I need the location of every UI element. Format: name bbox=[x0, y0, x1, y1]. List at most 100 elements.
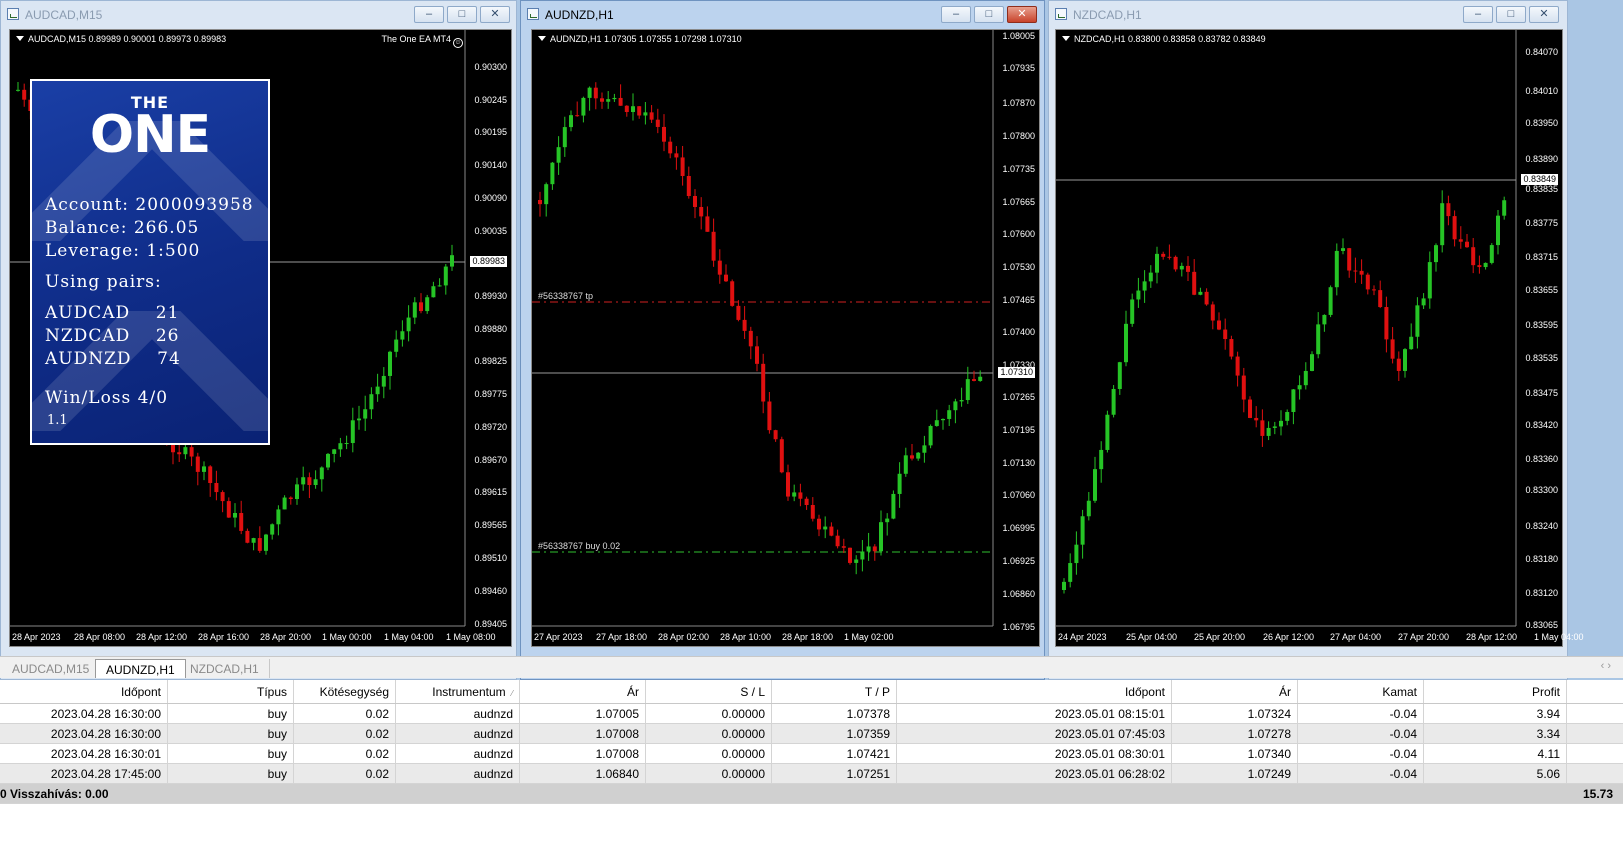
candle-body bbox=[319, 467, 324, 480]
price-tick-label: 0.83655 bbox=[1525, 285, 1558, 295]
candle-body bbox=[649, 112, 654, 120]
candle-body bbox=[1192, 271, 1197, 295]
table-row[interactable]: 2023.04.28 16:30:00 buy 0.02 audnzd 1.07008 0… bbox=[0, 724, 1623, 744]
window-titlebar[interactable]: NZDCAD,H1 – □ ✕ bbox=[1049, 1, 1567, 27]
column-header[interactable]: Időpont bbox=[0, 680, 168, 703]
minimize-button[interactable]: – bbox=[941, 6, 971, 23]
window-titlebar[interactable]: AUDCAD,M15 – □ ✕ bbox=[1, 1, 516, 27]
close-button[interactable]: ✕ bbox=[1529, 6, 1559, 23]
candle-body bbox=[350, 420, 355, 444]
table-row[interactable]: 2023.04.28 16:30:01 buy 0.02 audnzd 1.07008 0… bbox=[0, 744, 1623, 764]
smiley-icon: ☺ bbox=[453, 38, 463, 48]
chart-window-nzdcad[interactable]: NZDCAD,H1 – □ ✕ NZDCAD,H1 0.83800 0.8385… bbox=[1048, 0, 1584, 680]
candle-body bbox=[1310, 354, 1314, 371]
candle-body bbox=[724, 274, 728, 282]
table-cell: 2023.05.01 06:28:02 bbox=[897, 764, 1172, 783]
candle-body bbox=[730, 281, 735, 306]
candle-body bbox=[538, 200, 542, 205]
maximize-button[interactable]: □ bbox=[974, 6, 1004, 23]
candle-body bbox=[1446, 203, 1451, 217]
table-body: 2023.04.28 16:30:00 buy 0.02 audnzd 1.07005 0… bbox=[0, 704, 1623, 784]
price-tick-label: 0.83535 bbox=[1525, 353, 1558, 363]
table-cell: buy bbox=[168, 704, 294, 723]
minimize-button[interactable]: – bbox=[1463, 6, 1493, 23]
price-tick-label: 1.07935 bbox=[1002, 63, 1035, 73]
time-tick-label: 27 Apr 2023 bbox=[534, 632, 583, 642]
candle-body bbox=[767, 401, 772, 431]
table-cell: 0.02 bbox=[294, 704, 396, 723]
candle-body bbox=[1155, 253, 1159, 273]
table-cell: 1.07340 bbox=[1172, 744, 1298, 763]
minimize-button[interactable]: – bbox=[414, 6, 444, 23]
candle-body bbox=[1384, 307, 1389, 340]
chart-canvas[interactable]: NZDCAD,H1 0.83800 0.83858 0.83782 0.8384… bbox=[1055, 29, 1584, 647]
table-row[interactable]: 2023.04.28 17:45:00 buy 0.02 audnzd 1.06840 0… bbox=[0, 764, 1623, 784]
chart-window-audnzd[interactable]: AUDNZD,H1 – □ ✕ AUDNZD,H1 1.07305 1.0735… bbox=[520, 0, 1045, 680]
time-tick-label: 28 Apr 18:00 bbox=[782, 632, 834, 642]
candle-body bbox=[593, 87, 598, 99]
close-button[interactable]: ✕ bbox=[480, 6, 510, 23]
tab-audcad[interactable]: AUDCAD,M15 bbox=[2, 659, 101, 678]
candle-body bbox=[1440, 203, 1445, 246]
candle-body bbox=[1142, 281, 1147, 291]
balance-line: Balance: 266.05 bbox=[45, 218, 200, 238]
table-cell: -0.04 bbox=[1298, 764, 1424, 783]
candle-body bbox=[1086, 500, 1091, 517]
close-button[interactable]: ✕ bbox=[1007, 6, 1037, 23]
candle-body bbox=[1396, 358, 1401, 371]
trade-history-table: Időpont Típus Kötésegység Instrumentum ⁄ Ár S … bbox=[0, 680, 1623, 804]
table-cell: 2023.04.28 17:45:00 bbox=[0, 764, 168, 783]
column-header[interactable]: Kamat bbox=[1298, 680, 1424, 703]
chart-window-audcad[interactable]: AUDCAD,M15 – □ ✕ AUDCAD,M15 0.89989 0.90… bbox=[0, 0, 517, 680]
price-tick-label: 0.90195 bbox=[474, 127, 507, 137]
candle-body bbox=[1074, 544, 1079, 564]
candle-body bbox=[717, 260, 722, 275]
candle-body bbox=[910, 455, 914, 459]
candle-body bbox=[897, 473, 902, 494]
candle-body bbox=[22, 89, 27, 100]
window-titlebar[interactable]: AUDNZD,H1 – □ ✕ bbox=[521, 1, 1044, 27]
price-tick-label: 0.90140 bbox=[474, 160, 507, 170]
column-header[interactable]: Instrumentum ⁄ bbox=[396, 680, 520, 703]
candle-body bbox=[612, 97, 617, 100]
column-header[interactable]: Időpont bbox=[897, 680, 1172, 703]
price-tick-label: 0.84070 bbox=[1525, 47, 1558, 57]
column-header[interactable]: Típus bbox=[168, 680, 294, 703]
candle-body bbox=[668, 141, 673, 154]
column-header[interactable]: Kötésegység bbox=[294, 680, 396, 703]
table-row[interactable]: 2023.04.28 16:30:00 buy 0.02 audnzd 1.07005 0… bbox=[0, 704, 1623, 724]
candle-body bbox=[1105, 414, 1110, 450]
maximize-button[interactable]: □ bbox=[447, 6, 477, 23]
table-cell: 0.02 bbox=[294, 724, 396, 743]
candle-body bbox=[282, 497, 287, 510]
candle-body bbox=[1080, 516, 1085, 545]
price-tick-label: 0.89825 bbox=[474, 356, 507, 366]
candle-body bbox=[1130, 299, 1135, 324]
tab-nzdcad[interactable]: NZDCAD,H1 bbox=[180, 659, 270, 678]
time-tick-label: 26 Apr 12:00 bbox=[1263, 632, 1315, 642]
price-tick-label: 0.83065 bbox=[1525, 620, 1558, 630]
candle-body bbox=[581, 97, 586, 116]
chart-canvas[interactable]: AUDNZD,H1 1.07305 1.07355 1.07298 1.0731… bbox=[531, 29, 1040, 647]
candle-body bbox=[381, 375, 386, 387]
maximize-button[interactable]: □ bbox=[1496, 6, 1526, 23]
tab-scroll-arrows[interactable]: ‹ › bbox=[1601, 660, 1611, 672]
candle-body bbox=[885, 518, 890, 523]
column-header[interactable]: S / L bbox=[646, 680, 772, 703]
time-tick-label: 25 Apr 20:00 bbox=[1194, 632, 1246, 642]
table-cell: 2023.04.28 16:30:01 bbox=[0, 744, 168, 763]
tab-audnzd[interactable]: AUDNZD,H1 bbox=[95, 659, 186, 678]
table-cell: 1.07359 bbox=[772, 724, 897, 743]
candle-body bbox=[264, 534, 268, 551]
candle-body bbox=[307, 477, 312, 486]
column-header[interactable]: Profit bbox=[1424, 680, 1567, 703]
price-tick-label: 0.89615 bbox=[474, 487, 507, 497]
candle-body bbox=[655, 119, 660, 127]
column-header[interactable]: Ár bbox=[1172, 680, 1298, 703]
candle-body bbox=[959, 400, 964, 402]
table-cell: 1.07008 bbox=[520, 744, 646, 763]
price-tick-label: 0.89510 bbox=[474, 553, 507, 563]
candle-body bbox=[699, 206, 704, 217]
column-header[interactable]: T / P bbox=[772, 680, 897, 703]
column-header[interactable]: Ár bbox=[520, 680, 646, 703]
